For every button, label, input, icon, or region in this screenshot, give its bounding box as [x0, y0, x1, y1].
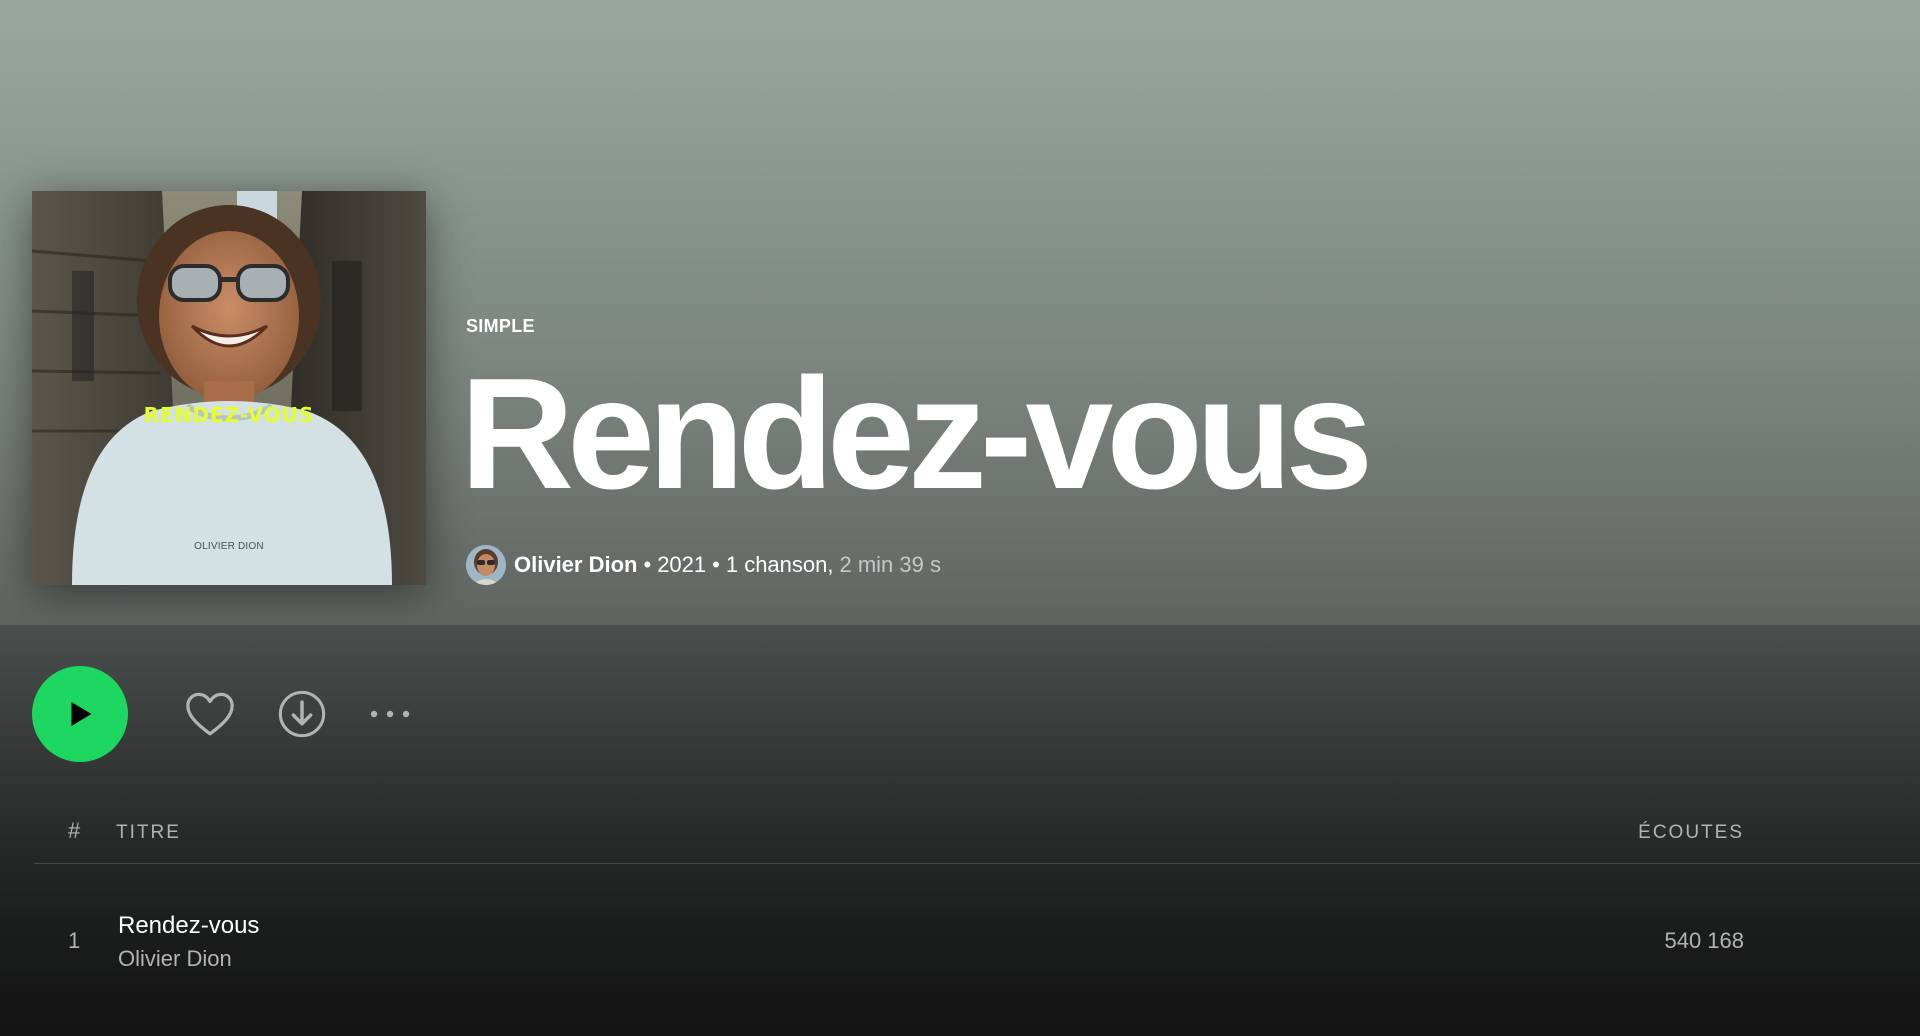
album-page: RENDEZ-VOUS OLIVIER DION SIMPLE Rendez-v…	[0, 0, 1920, 1036]
track-play-count: 540 168	[1664, 928, 1744, 953]
album-cover: RENDEZ-VOUS OLIVIER DION	[32, 191, 426, 585]
artist-link[interactable]: Olivier Dion	[514, 552, 637, 578]
like-button[interactable]	[180, 684, 240, 744]
cover-artist-text: OLIVIER DION	[194, 541, 264, 552]
column-plays[interactable]: ÉCOUTES	[1638, 822, 1744, 844]
separator-dot: •	[712, 552, 720, 577]
download-icon	[278, 690, 326, 738]
play-icon	[71, 701, 92, 727]
album-cover-image	[32, 191, 426, 585]
download-button[interactable]	[274, 686, 330, 742]
track-artist-link[interactable]: Olivier Dion	[118, 946, 232, 972]
artist-avatar[interactable]	[466, 545, 506, 585]
action-bar	[32, 666, 418, 762]
separator-dot: •	[643, 552, 652, 577]
album-meta: Olivier Dion • 2021 • 1 chanson, 2 min 3…	[466, 544, 941, 586]
album-title: Rendez-vous	[460, 346, 1373, 522]
heart-icon	[186, 692, 234, 736]
album-year: 2021	[657, 552, 707, 577]
column-number: #	[68, 818, 81, 843]
more-options-button[interactable]	[362, 686, 418, 742]
table-row[interactable]: 1 Rendez-vous Olivier Dion 540 168	[34, 900, 1920, 980]
column-title[interactable]: TITRE	[116, 822, 181, 844]
cover-title-text: RENDEZ-VOUS	[143, 403, 315, 427]
album-type-label: SIMPLE	[466, 316, 535, 336]
album-duration: 2 min 39 s	[839, 552, 941, 577]
more-horizontal-icon	[370, 710, 410, 718]
track-count: 1 chanson,	[725, 552, 834, 577]
album-header: RENDEZ-VOUS OLIVIER DION SIMPLE Rendez-v…	[0, 0, 1920, 625]
track-number: 1	[68, 928, 81, 953]
avatar-image	[466, 545, 506, 585]
tracklist-header: # TITRE ÉCOUTES	[34, 810, 1920, 864]
play-button[interactable]	[32, 666, 128, 762]
track-title[interactable]: Rendez-vous	[118, 912, 259, 940]
